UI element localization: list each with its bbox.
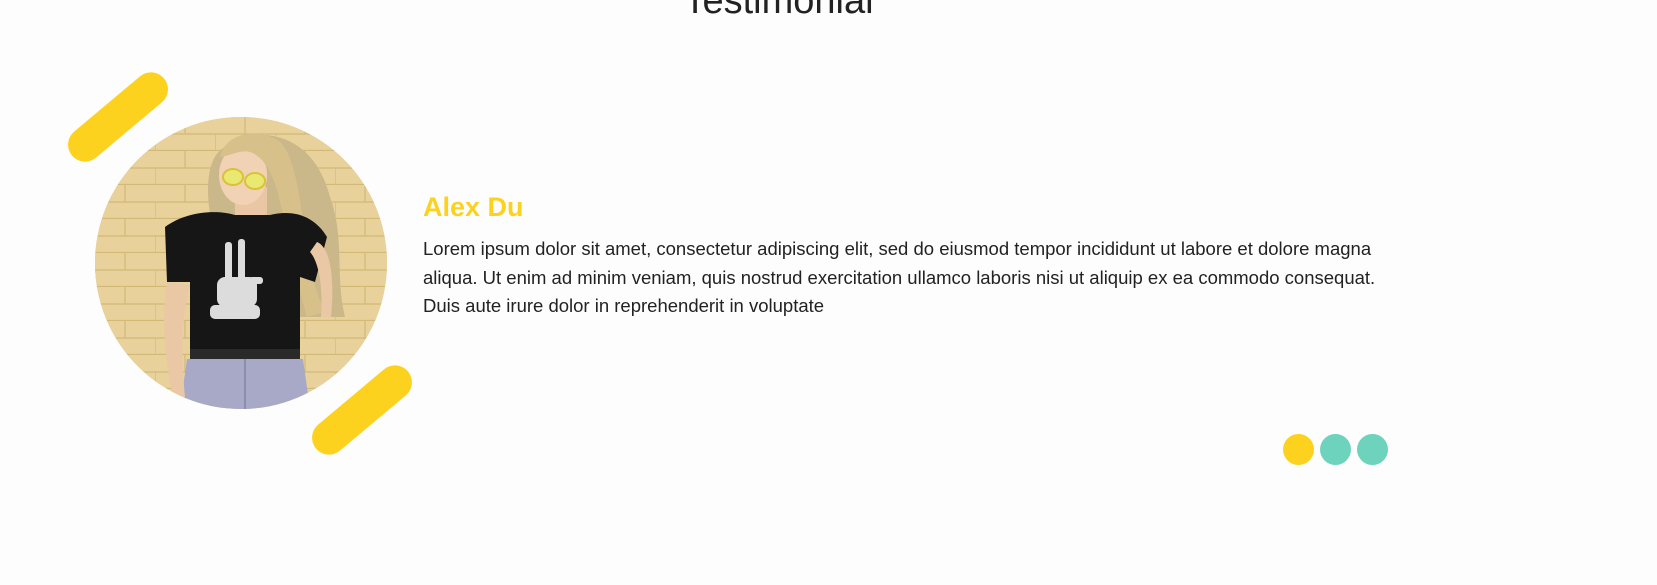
slider-dot-1[interactable] bbox=[1283, 434, 1314, 465]
testimonial-quote: Lorem ipsum dolor sit amet, consectetur … bbox=[423, 238, 1376, 316]
testimonial-avatar bbox=[95, 117, 387, 409]
woman-portrait-photo bbox=[95, 117, 387, 409]
section-title: Testimonial bbox=[683, 0, 874, 22]
slider-dot-3[interactable] bbox=[1357, 434, 1388, 465]
testimonial-author-name: Alex Du bbox=[423, 192, 524, 222]
slider-dot-2[interactable] bbox=[1320, 434, 1351, 465]
slider-pagination bbox=[1283, 434, 1388, 465]
